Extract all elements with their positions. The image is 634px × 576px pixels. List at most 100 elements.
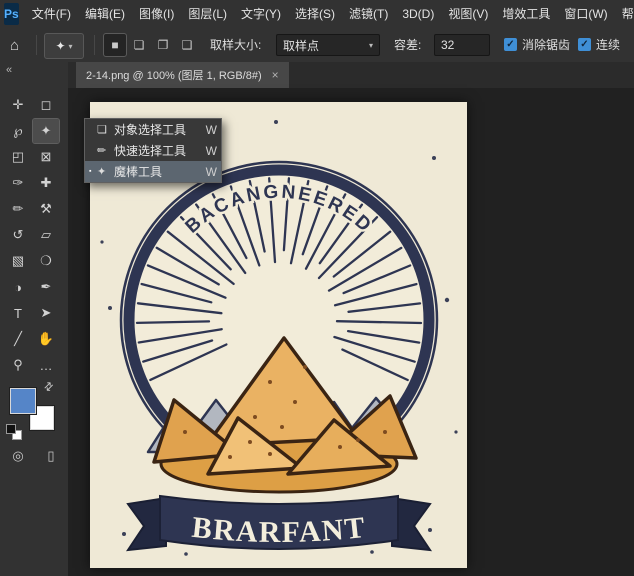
flyout-item-label: 魔棒工具 [114, 163, 203, 180]
type-tool-icon: T [14, 306, 22, 321]
swap-colors-icon[interactable]: ⇄ [41, 379, 57, 395]
shortcut-label: W [203, 144, 217, 158]
pen-tool[interactable]: ✒ [33, 275, 59, 299]
chevron-down-icon: ▾ [69, 42, 73, 51]
zoom-tool-icon: ⚲ [13, 357, 23, 373]
menu-window[interactable]: 窗口(W) [557, 0, 614, 28]
quick-mask-button[interactable]: ◎ [6, 446, 30, 466]
sample-size-label: 取样大小: [210, 28, 261, 62]
separator [94, 35, 95, 55]
dodge-tool[interactable]: ◑ [5, 275, 31, 299]
anti-alias-checkbox[interactable]: ✓ [504, 38, 517, 51]
menu-file[interactable]: 文件(F) [25, 0, 78, 28]
magic-wand-icon: ✦ [55, 39, 65, 53]
screen-mode-button[interactable]: ▯ [39, 446, 63, 466]
add-to-selection-icon[interactable]: ❏ [128, 34, 150, 56]
zoom-tool[interactable]: ⚲ [5, 353, 31, 377]
flyout-item-object-selection[interactable]: ❏ 对象选择工具 W [85, 119, 221, 140]
close-icon[interactable]: × [272, 68, 279, 82]
pen-tool-icon: ✒ [41, 279, 52, 295]
intersect-selection-icon[interactable]: ❑ [176, 34, 198, 56]
history-brush-icon: ↺ [13, 227, 24, 243]
chevron-down-icon: ▾ [369, 41, 373, 50]
flyout-item-label: 对象选择工具 [114, 121, 203, 138]
crop-tool-icon: ◰ [12, 149, 24, 165]
type-tool[interactable]: T [5, 301, 31, 325]
menu-edit[interactable]: 编辑(E) [78, 0, 132, 28]
menu-plugins[interactable]: 增效工具 [495, 0, 557, 28]
tools-grid: ✛ ◻ ℘ ✦ ◰ ⊠ ✑ ✚ ✏ ⚒ ↺ ▱ ▧ ❍ ◑ ✒ T ➤ ╱ ✋ … [4, 92, 64, 378]
brush-tool[interactable]: ✏ [5, 197, 31, 221]
healing-brush-icon: ✚ [41, 175, 52, 191]
document-tab-title: 2-14.png @ 100% (图层 1, RGB/8#) [86, 67, 262, 83]
menu-filter[interactable]: 滤镜(T) [342, 0, 395, 28]
tolerance-label: 容差: [394, 28, 421, 62]
frame-tool-icon: ⊠ [41, 149, 52, 165]
blur-tool-icon: ❍ [40, 253, 52, 269]
tool-preset-button[interactable]: ✦ ▾ [44, 33, 84, 59]
flyout-item-label: 快速选择工具 [114, 142, 203, 159]
quick-selection-icon: ✏ [97, 144, 114, 157]
menu-view[interactable]: 视图(V) [441, 0, 495, 28]
tolerance-input[interactable]: 32 [434, 34, 490, 56]
lasso-tool-icon: ℘ [13, 123, 22, 139]
selection-mode-group: ■ ❏ ❐ ❑ [104, 34, 198, 56]
history-brush-tool[interactable]: ↺ [5, 223, 31, 247]
sample-size-select[interactable]: 取样点 ▾ [276, 34, 380, 56]
edit-toolbar-button[interactable]: … [33, 353, 59, 377]
menu-type[interactable]: 文字(Y) [234, 0, 288, 28]
flyout-item-quick-selection[interactable]: ✏ 快速选择工具 W [85, 140, 221, 161]
document-tab[interactable]: 2-14.png @ 100% (图层 1, RGB/8#) × [76, 62, 289, 88]
menu-image[interactable]: 图像(I) [132, 0, 181, 28]
frame-tool[interactable]: ⊠ [33, 145, 59, 169]
default-colors-icon[interactable] [6, 424, 23, 441]
photoshop-logo: Ps [4, 3, 19, 25]
blur-tool[interactable]: ❍ [33, 249, 59, 273]
menu-bar: Ps 文件(F) 编辑(E) 图像(I) 图层(L) 文字(Y) 选择(S) 滤… [0, 0, 634, 29]
shortcut-label: W [203, 165, 217, 179]
lasso-tool[interactable]: ℘ [5, 119, 31, 143]
contiguous-label: 连续 [596, 28, 620, 62]
path-selection-icon: ➤ [41, 305, 52, 321]
clone-stamp-tool[interactable]: ⚒ [33, 197, 59, 221]
menu-select[interactable]: 选择(S) [288, 0, 342, 28]
brush-tool-icon: ✏ [13, 201, 24, 217]
eyedropper-tool[interactable]: ✑ [5, 171, 31, 195]
rectangular-marquee-tool[interactable]: ◻ [33, 93, 59, 117]
magic-wand-tool[interactable]: ✦ [33, 119, 59, 143]
hand-tool-icon: ✋ [38, 331, 54, 347]
shortcut-label: W [203, 123, 217, 137]
subtract-from-selection-icon[interactable]: ❐ [152, 34, 174, 56]
ellipsis-icon: … [40, 358, 53, 373]
menu-layer[interactable]: 图层(L) [181, 0, 234, 28]
crop-tool[interactable]: ◰ [5, 145, 31, 169]
path-selection-tool[interactable]: ➤ [33, 301, 59, 325]
toolbar-bottom-buttons: ◎ ▯ [6, 446, 63, 466]
contiguous-checkbox[interactable]: ✓ [578, 38, 591, 51]
gradient-tool[interactable]: ▧ [5, 249, 31, 273]
menu-help[interactable]: 帮助(H) [615, 0, 634, 28]
collapse-panel-button[interactable]: « [6, 64, 12, 76]
move-tool[interactable]: ✛ [5, 93, 31, 117]
move-tool-icon: ✛ [13, 97, 24, 113]
home-icon[interactable]: ⌂ [10, 28, 19, 62]
document-tab-bar: 2-14.png @ 100% (图层 1, RGB/8#) × [68, 62, 634, 89]
options-bar: ⌂ ✦ ▾ ■ ❏ ❐ ❑ 取样大小: 取样点 ▾ 容差: 32 ✓ 消除锯齿 … [0, 28, 634, 63]
dodge-tool-icon: ◑ [14, 280, 22, 295]
new-selection-icon[interactable]: ■ [104, 34, 126, 56]
eyedropper-tool-icon: ✑ [13, 175, 24, 191]
flyout-item-magic-wand[interactable]: ▪ ✦ 魔棒工具 W [85, 161, 221, 182]
tools-panel: « ✛ ◻ ℘ ✦ ◰ ⊠ ✑ ✚ ✏ ⚒ ↺ ▱ ▧ ❍ ◑ ✒ T ➤ ╱ … [0, 62, 69, 576]
active-tool-marker: ▪ [89, 168, 97, 175]
hand-tool[interactable]: ✋ [33, 327, 59, 351]
shape-tool[interactable]: ╱ [5, 327, 31, 351]
menu-3d[interactable]: 3D(D) [395, 0, 441, 28]
eraser-tool[interactable]: ▱ [33, 223, 59, 247]
foreground-color-swatch[interactable] [10, 388, 36, 414]
photoshop-window: Ps 文件(F) 编辑(E) 图像(I) 图层(L) 文字(Y) 选择(S) 滤… [0, 0, 634, 576]
banner-text: BRARFANT [190, 511, 368, 549]
tool-flyout-menu: ❏ 对象选择工具 W ✏ 快速选择工具 W ▪ ✦ 魔棒工具 W [84, 118, 222, 183]
spot-healing-brush-tool[interactable]: ✚ [33, 171, 59, 195]
color-swatches: ⇄ [4, 380, 64, 442]
eraser-tool-icon: ▱ [41, 227, 51, 243]
